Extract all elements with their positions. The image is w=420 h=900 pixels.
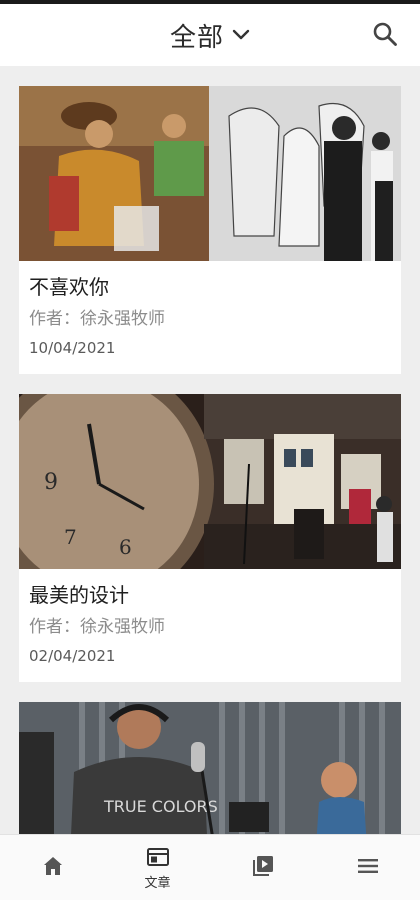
- article-card[interactable]: TRUE COLORS: [19, 702, 401, 834]
- article-feed[interactable]: 不喜欢你 作者：徐永强牧师 10/04/2021 9 7 6 最美的设计 作者：…: [0, 66, 420, 834]
- search-icon[interactable]: [372, 21, 398, 47]
- nav-home[interactable]: [0, 835, 105, 900]
- svg-text:9: 9: [44, 470, 58, 495]
- top-app-bar: 全部: [0, 4, 420, 66]
- category-dropdown[interactable]: 全部: [170, 17, 250, 54]
- article-title: 不喜欢你: [29, 275, 109, 299]
- article-title: 最美的设计: [29, 583, 129, 607]
- article-author: 作者：徐永强牧师: [29, 309, 165, 329]
- menu-icon: [357, 859, 378, 873]
- article-author: 作者：徐永强牧师: [29, 617, 165, 637]
- svg-text:6: 6: [119, 535, 132, 559]
- nav-articles[interactable]: 文章: [105, 835, 210, 900]
- article-cover-image: TRUE COLORS: [19, 702, 401, 834]
- svg-text:TRUE COLORS: TRUE COLORS: [103, 797, 218, 816]
- article-card[interactable]: 不喜欢你 作者：徐永强牧师 10/04/2021: [19, 86, 401, 374]
- chevron-down-icon: [232, 29, 250, 40]
- nav-videos[interactable]: [210, 835, 315, 900]
- article-cover-image: [19, 86, 401, 261]
- page-title: 全部: [169, 22, 224, 53]
- home-icon: [43, 857, 62, 875]
- bottom-navigation: 文章: [0, 834, 420, 900]
- article-date: 10/04/2021: [29, 339, 116, 357]
- article-date: 02/04/2021: [29, 647, 116, 665]
- articles-icon: [146, 847, 169, 866]
- nav-menu[interactable]: [315, 835, 420, 900]
- article-cover-image: 9 7 6: [19, 394, 401, 569]
- svg-text:7: 7: [64, 525, 77, 549]
- nav-label: 文章: [144, 875, 171, 891]
- article-card[interactable]: 9 7 6 最美的设计 作者：徐永强牧师 02/04/2021: [19, 394, 401, 682]
- video-library-icon: [252, 856, 273, 876]
